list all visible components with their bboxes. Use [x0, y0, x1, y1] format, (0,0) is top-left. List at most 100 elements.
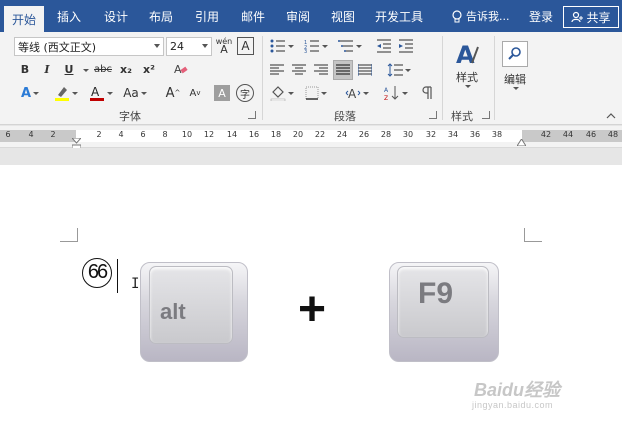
italic-button[interactable]: I [38, 60, 56, 78]
chevron-down-icon [288, 44, 294, 48]
svg-text:A: A [384, 87, 389, 94]
group-separator [494, 36, 495, 120]
underline-button[interactable]: U [60, 60, 78, 78]
chinese-layout-button[interactable]: A [343, 84, 371, 102]
character-shading-button[interactable]: A [214, 85, 230, 101]
group-separator [262, 36, 263, 120]
tab-references[interactable]: 引用 [184, 0, 230, 32]
ruler-tick-label: 28 [380, 130, 392, 139]
chevron-down-icon [202, 44, 208, 48]
change-case-button[interactable]: Aa [120, 83, 150, 103]
change-case-label: Aa [123, 86, 139, 100]
font-color-icon: A [89, 85, 105, 101]
font-dialog-launcher[interactable] [248, 111, 256, 119]
multilevel-list-button[interactable] [336, 37, 364, 55]
bullets-button[interactable] [268, 37, 296, 55]
ruler-tick-label: 4 [118, 130, 124, 139]
distributed-icon [358, 64, 372, 76]
ruler-tick-label: 34 [447, 130, 459, 139]
tab-view[interactable]: 视图 [320, 0, 366, 32]
paragraph-dialog-launcher[interactable] [429, 111, 437, 119]
share-button[interactable]: 共享 [563, 6, 619, 28]
tell-me-label: 告诉我... [466, 10, 510, 23]
tab-insert[interactable]: 插入 [44, 0, 94, 32]
align-center-button[interactable] [290, 61, 308, 79]
share-label: 共享 [586, 10, 611, 25]
distributed-button[interactable] [356, 61, 374, 79]
ruler-tick-label: 6 [5, 130, 11, 139]
ruler-tick-label: 46 [585, 130, 597, 139]
editing-label: 编辑 [504, 72, 526, 86]
login-link[interactable]: 登录 [529, 0, 553, 32]
tab-mailings[interactable]: 邮件 [230, 0, 276, 32]
tab-design[interactable]: 设计 [94, 0, 138, 32]
horizontal-ruler[interactable]: 6 4 2 2 4 6 8 10 12 14 16 18 20 22 24 26 28 30 32 34 36 38 42 4… [0, 126, 622, 150]
tell-me-box[interactable]: 告诉我... [452, 0, 510, 32]
align-right-button[interactable] [312, 61, 330, 79]
numbering-icon: 123 [304, 39, 320, 53]
text-effects-button[interactable]: A [16, 83, 44, 103]
plus-sign: + [298, 283, 327, 336]
bold-button[interactable]: B [16, 60, 34, 78]
character-border-button[interactable]: A [237, 37, 254, 55]
tab-developer[interactable]: 开发工具 [366, 0, 432, 32]
ruler-tick-label: 38 [491, 130, 503, 139]
group-label-styles: 样式 [451, 110, 473, 123]
editing-button[interactable]: 编辑 [499, 37, 531, 93]
ruler-tick-label: 14 [226, 130, 238, 139]
f9-key-image: F9 [389, 262, 499, 362]
increase-indent-button[interactable] [396, 37, 416, 55]
right-indent-marker[interactable] [517, 139, 526, 146]
shrink-font-button[interactable]: Av [186, 83, 204, 103]
svg-text:3: 3 [304, 49, 307, 53]
justify-button[interactable] [333, 60, 353, 80]
watermark: Baidu经验 jingyan.baidu.com [472, 376, 561, 410]
enclose-characters-button[interactable]: 字 [236, 84, 254, 102]
sort-button[interactable]: AZ [382, 84, 410, 102]
ruler-tick-label: 32 [425, 130, 437, 139]
tab-review[interactable]: 审阅 [276, 0, 320, 32]
chevron-down-icon [33, 91, 40, 95]
show-marks-button[interactable] [418, 84, 436, 102]
watermark-logo: Baidu经验 [474, 380, 561, 400]
svg-text:A: A [456, 41, 475, 67]
font-color-button[interactable]: A [86, 83, 116, 103]
styles-gallery-button[interactable]: A 样式 [450, 37, 484, 91]
alt-key-image: alt [140, 262, 248, 362]
decrease-indent-button[interactable] [374, 37, 394, 55]
ruler-tick-label: 16 [248, 130, 260, 139]
clear-formatting-button[interactable]: A [172, 60, 190, 78]
font-name-combo[interactable]: 等线 (西文正文) [14, 37, 164, 56]
strikethrough-button[interactable]: abc [92, 60, 114, 78]
highlighter-icon [54, 85, 70, 101]
chevron-down-icon [405, 68, 411, 72]
group-label-font: 字体 [119, 110, 141, 123]
ruler-tick-label: 8 [162, 130, 168, 139]
grow-font-button[interactable]: A ^ [164, 83, 182, 103]
tab-home[interactable]: 开始 [4, 6, 44, 32]
chevron-down-icon[interactable] [83, 69, 89, 72]
font-size-combo[interactable]: 24 [166, 37, 212, 56]
line-spacing-button[interactable] [385, 61, 413, 79]
styles-dialog-launcher[interactable] [482, 111, 490, 119]
numbering-button[interactable]: 123 [302, 37, 330, 55]
phonetic-guide-button[interactable]: wén A [214, 36, 234, 56]
subscript-button[interactable]: x₂ [117, 60, 135, 78]
tab-layout[interactable]: 布局 [138, 0, 184, 32]
paint-bucket-icon [270, 85, 286, 101]
borders-button[interactable] [302, 84, 330, 102]
align-right-icon [314, 64, 328, 76]
align-left-button[interactable] [268, 61, 286, 79]
collapse-ribbon-button[interactable] [604, 110, 618, 122]
highlight-color-button[interactable] [50, 83, 82, 103]
ruler-tick-label: 20 [292, 130, 304, 139]
align-left-icon [270, 64, 284, 76]
lightbulb-icon [452, 9, 462, 23]
shading-button[interactable] [268, 84, 296, 102]
sort-icon: AZ [384, 85, 400, 101]
group-separator [442, 36, 443, 120]
eraser-icon: A [174, 62, 188, 76]
superscript-button[interactable]: x² [140, 60, 158, 78]
ruler-tick-label: 2 [96, 130, 102, 139]
bullets-icon [270, 39, 286, 53]
